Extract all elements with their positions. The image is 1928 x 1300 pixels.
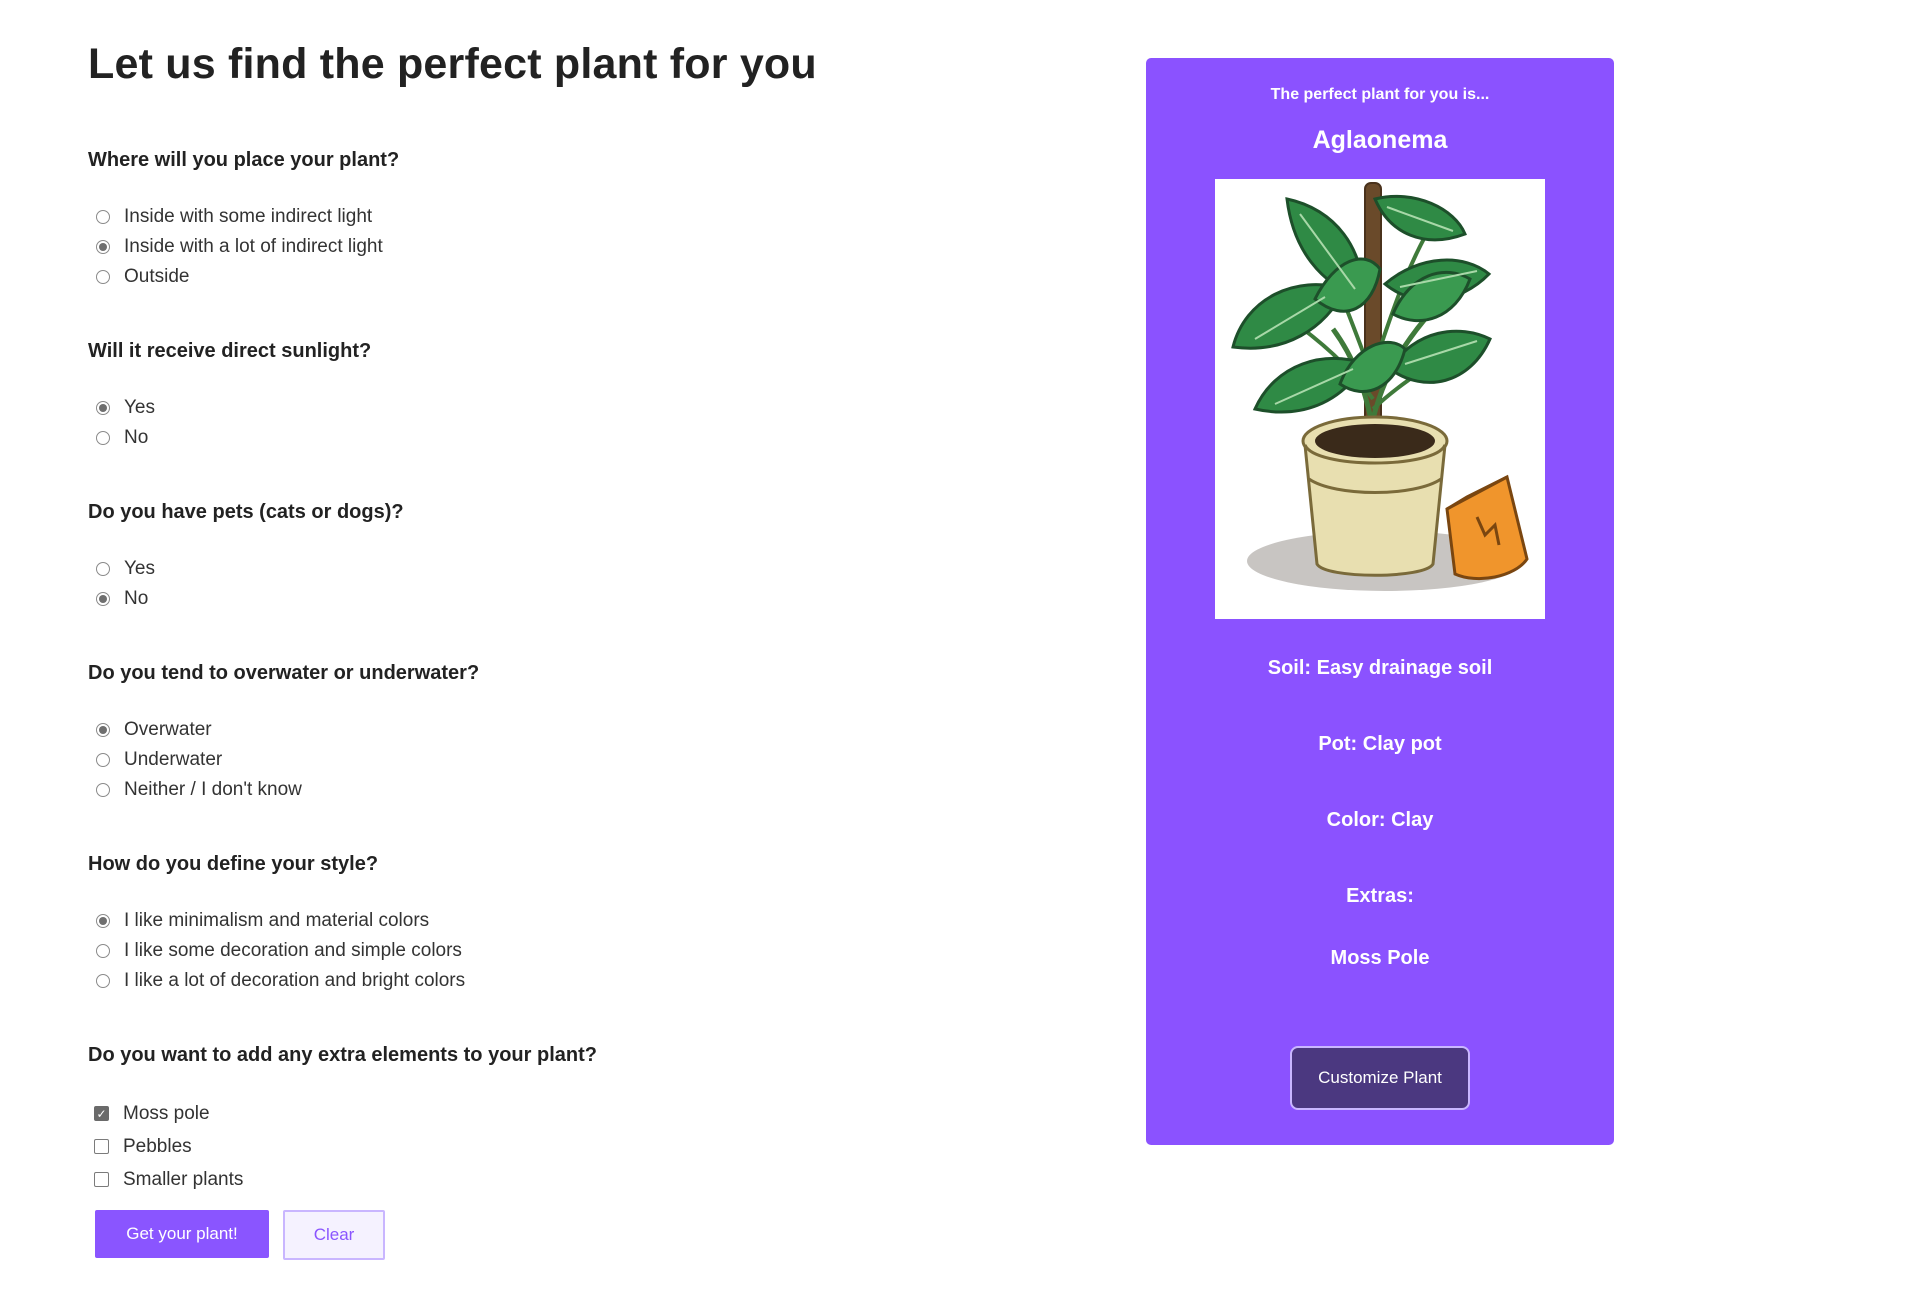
radio-button[interactable] bbox=[96, 783, 110, 798]
radio-button[interactable] bbox=[96, 974, 110, 989]
radio-button[interactable] bbox=[96, 270, 110, 285]
radio-label: I like some decoration and simple colors bbox=[124, 940, 462, 962]
radio-label: Overwater bbox=[124, 719, 212, 741]
radio-option-outside[interactable]: Outside bbox=[88, 262, 988, 292]
radio-option-some-decoration[interactable]: I like some decoration and simple colors bbox=[88, 936, 988, 966]
result-card: The perfect plant for you is... Aglaonem… bbox=[1146, 58, 1614, 1145]
clear-button[interactable]: Clear bbox=[283, 1210, 385, 1261]
potted-plant-icon bbox=[1231, 182, 1529, 591]
radio-button[interactable] bbox=[96, 592, 110, 607]
checkbox[interactable]: ✓ bbox=[94, 1106, 109, 1122]
question-label: Do you tend to overwater or underwater? bbox=[88, 662, 480, 685]
radio-label: Neither / I don't know bbox=[124, 779, 302, 801]
form-actions: Get your plant! Clear bbox=[95, 1210, 988, 1261]
checkbox-label: Smaller plants bbox=[123, 1168, 244, 1190]
customize-plant-button[interactable]: Customize Plant bbox=[1290, 1046, 1470, 1110]
radio-label: No bbox=[124, 588, 149, 610]
radio-option-sunlight-yes[interactable]: Yes bbox=[88, 393, 988, 423]
checkbox-option-smaller-plants[interactable]: Smaller plants bbox=[88, 1163, 988, 1196]
radio-button[interactable] bbox=[96, 723, 110, 738]
checkbox-label: Pebbles bbox=[123, 1135, 192, 1157]
radio-option-sunlight-no[interactable]: No bbox=[88, 423, 988, 453]
question-label: How do you define your style? bbox=[88, 853, 379, 876]
result-soil: Soil: Easy drainage soil bbox=[1267, 657, 1493, 679]
radio-button[interactable] bbox=[96, 944, 110, 959]
question-style: How do you define your style? I like min… bbox=[88, 853, 988, 996]
radio-label: I like minimalism and material colors bbox=[124, 910, 430, 932]
radio-button[interactable] bbox=[96, 914, 110, 929]
question-sunlight: Will it receive direct sunlight? Yes No bbox=[88, 340, 988, 453]
radio-label: Yes bbox=[124, 397, 155, 419]
question-watering: Do you tend to overwater or underwater? … bbox=[88, 662, 988, 805]
radio-label: Outside bbox=[124, 266, 190, 288]
question-label: Do you have pets (cats or dogs)? bbox=[88, 501, 404, 524]
result-color: Color: Clay bbox=[1326, 809, 1434, 831]
radio-option-lot-indirect-light[interactable]: Inside with a lot of indirect light bbox=[88, 232, 988, 262]
checkbox-option-pebbles[interactable]: Pebbles bbox=[88, 1130, 988, 1163]
radio-option-lot-decoration[interactable]: I like a lot of decoration and bright co… bbox=[88, 966, 988, 996]
checkbox-option-moss-pole[interactable]: ✓ Moss pole bbox=[88, 1097, 988, 1130]
checkbox[interactable] bbox=[94, 1172, 109, 1188]
radio-button[interactable] bbox=[96, 210, 110, 225]
radio-label: I like a lot of decoration and bright co… bbox=[124, 970, 466, 992]
radio-option-pets-no[interactable]: No bbox=[88, 584, 988, 614]
result-eyebrow: The perfect plant for you is... bbox=[1270, 86, 1490, 103]
question-label: Will it receive direct sunlight? bbox=[88, 340, 372, 363]
question-placement: Where will you place your plant? Inside … bbox=[88, 149, 988, 292]
question-extras: Do you want to add any extra elements to… bbox=[88, 1044, 988, 1196]
radio-button[interactable] bbox=[96, 753, 110, 768]
plant-quiz-form: Let us find the perfect plant for you Wh… bbox=[88, 40, 988, 1261]
radio-option-neither[interactable]: Neither / I don't know bbox=[88, 775, 988, 805]
radio-option-minimalism[interactable]: I like minimalism and material colors bbox=[88, 906, 988, 936]
plant-image bbox=[1215, 179, 1545, 619]
radio-button[interactable] bbox=[96, 431, 110, 446]
checkbox-label: Moss pole bbox=[123, 1102, 210, 1124]
radio-option-pets-yes[interactable]: Yes bbox=[88, 554, 988, 584]
result-extras-label: Extras: bbox=[1346, 885, 1414, 907]
radio-label: No bbox=[124, 427, 149, 449]
radio-option-overwater[interactable]: Overwater bbox=[88, 715, 988, 745]
radio-button[interactable] bbox=[96, 562, 110, 577]
question-label: Where will you place your plant? bbox=[88, 149, 400, 172]
radio-button[interactable] bbox=[96, 401, 110, 416]
result-extras-item: Moss Pole bbox=[1330, 947, 1430, 969]
plant-name: Aglaonema bbox=[1312, 126, 1448, 154]
radio-label: Inside with some indirect light bbox=[124, 206, 373, 228]
get-your-plant-button[interactable]: Get your plant! bbox=[95, 1210, 269, 1259]
radio-label: Underwater bbox=[124, 749, 223, 771]
question-pets: Do you have pets (cats or dogs)? Yes No bbox=[88, 501, 988, 614]
radio-label: Inside with a lot of indirect light bbox=[124, 236, 383, 258]
page-title: Let us find the perfect plant for you bbox=[88, 40, 817, 88]
radio-option-some-indirect-light[interactable]: Inside with some indirect light bbox=[88, 202, 988, 232]
radio-label: Yes bbox=[124, 558, 155, 580]
checkbox[interactable] bbox=[94, 1139, 109, 1155]
question-label: Do you want to add any extra elements to… bbox=[88, 1044, 597, 1067]
result-pot: Pot: Clay pot bbox=[1318, 733, 1442, 755]
radio-option-underwater[interactable]: Underwater bbox=[88, 745, 988, 775]
radio-button[interactable] bbox=[96, 240, 110, 255]
